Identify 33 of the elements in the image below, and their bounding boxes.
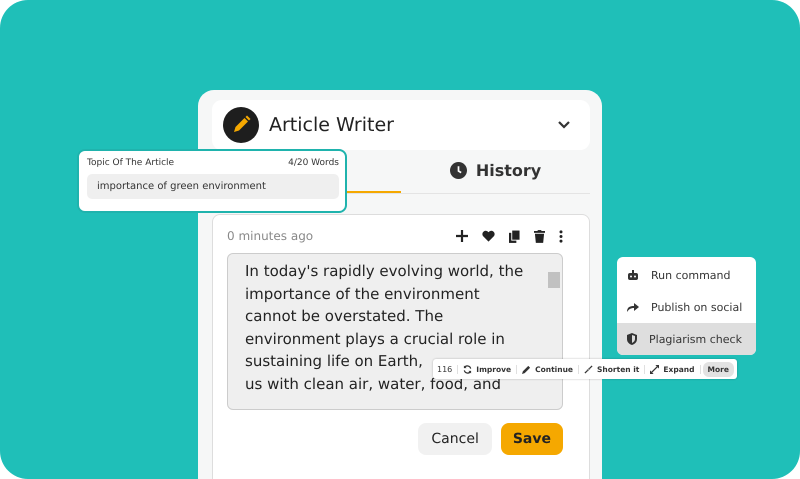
word-count: 4/20 Words — [288, 158, 339, 168]
share-arrow-icon — [627, 302, 639, 312]
timestamp: 0 minutes ago — [227, 229, 314, 243]
tab[interactable]: History — [401, 150, 590, 193]
pencil-icon — [522, 364, 532, 374]
more-vertical-icon[interactable] — [559, 230, 563, 242]
copy-icon[interactable] — [509, 230, 520, 242]
heart-icon[interactable] — [482, 230, 495, 242]
app-title: Article Writer — [269, 114, 395, 136]
trash-icon[interactable] — [534, 230, 545, 242]
refresh-icon — [463, 364, 472, 374]
article-text-line: environment plays a crucial role in — [245, 328, 505, 350]
robot-icon — [627, 270, 639, 280]
word-count: 116 — [437, 364, 458, 374]
plus-icon[interactable] — [456, 230, 468, 242]
article-text-line: importance of the environment — [245, 284, 480, 304]
pencil-icon — [223, 107, 259, 143]
article-text-line: sustaining life on Earth, — [245, 351, 423, 372]
menu-item[interactable]: Plagiarism check — [617, 323, 756, 355]
chevron-down-icon[interactable] — [558, 121, 570, 129]
article-text-line: In today's rapidly evolving world, the — [245, 261, 524, 282]
expand-icon — [650, 364, 660, 374]
topic-label: Topic Of The Article — [87, 158, 174, 168]
cancel-button[interactable]: Cancel — [418, 423, 492, 455]
compress-icon — [584, 364, 594, 374]
article-text-line: us with clean air, water, food, and — [245, 374, 502, 394]
topic-input-field[interactable]: importance of green environment — [87, 174, 339, 199]
article-text-line: cannot be overstated. The — [245, 306, 444, 327]
menu-item[interactable]: Run command — [617, 259, 756, 291]
menu-item[interactable]: Publish on social — [617, 291, 756, 323]
clock-icon — [450, 162, 467, 179]
save-button[interactable]: Save — [500, 423, 563, 455]
shield-icon — [627, 333, 637, 345]
